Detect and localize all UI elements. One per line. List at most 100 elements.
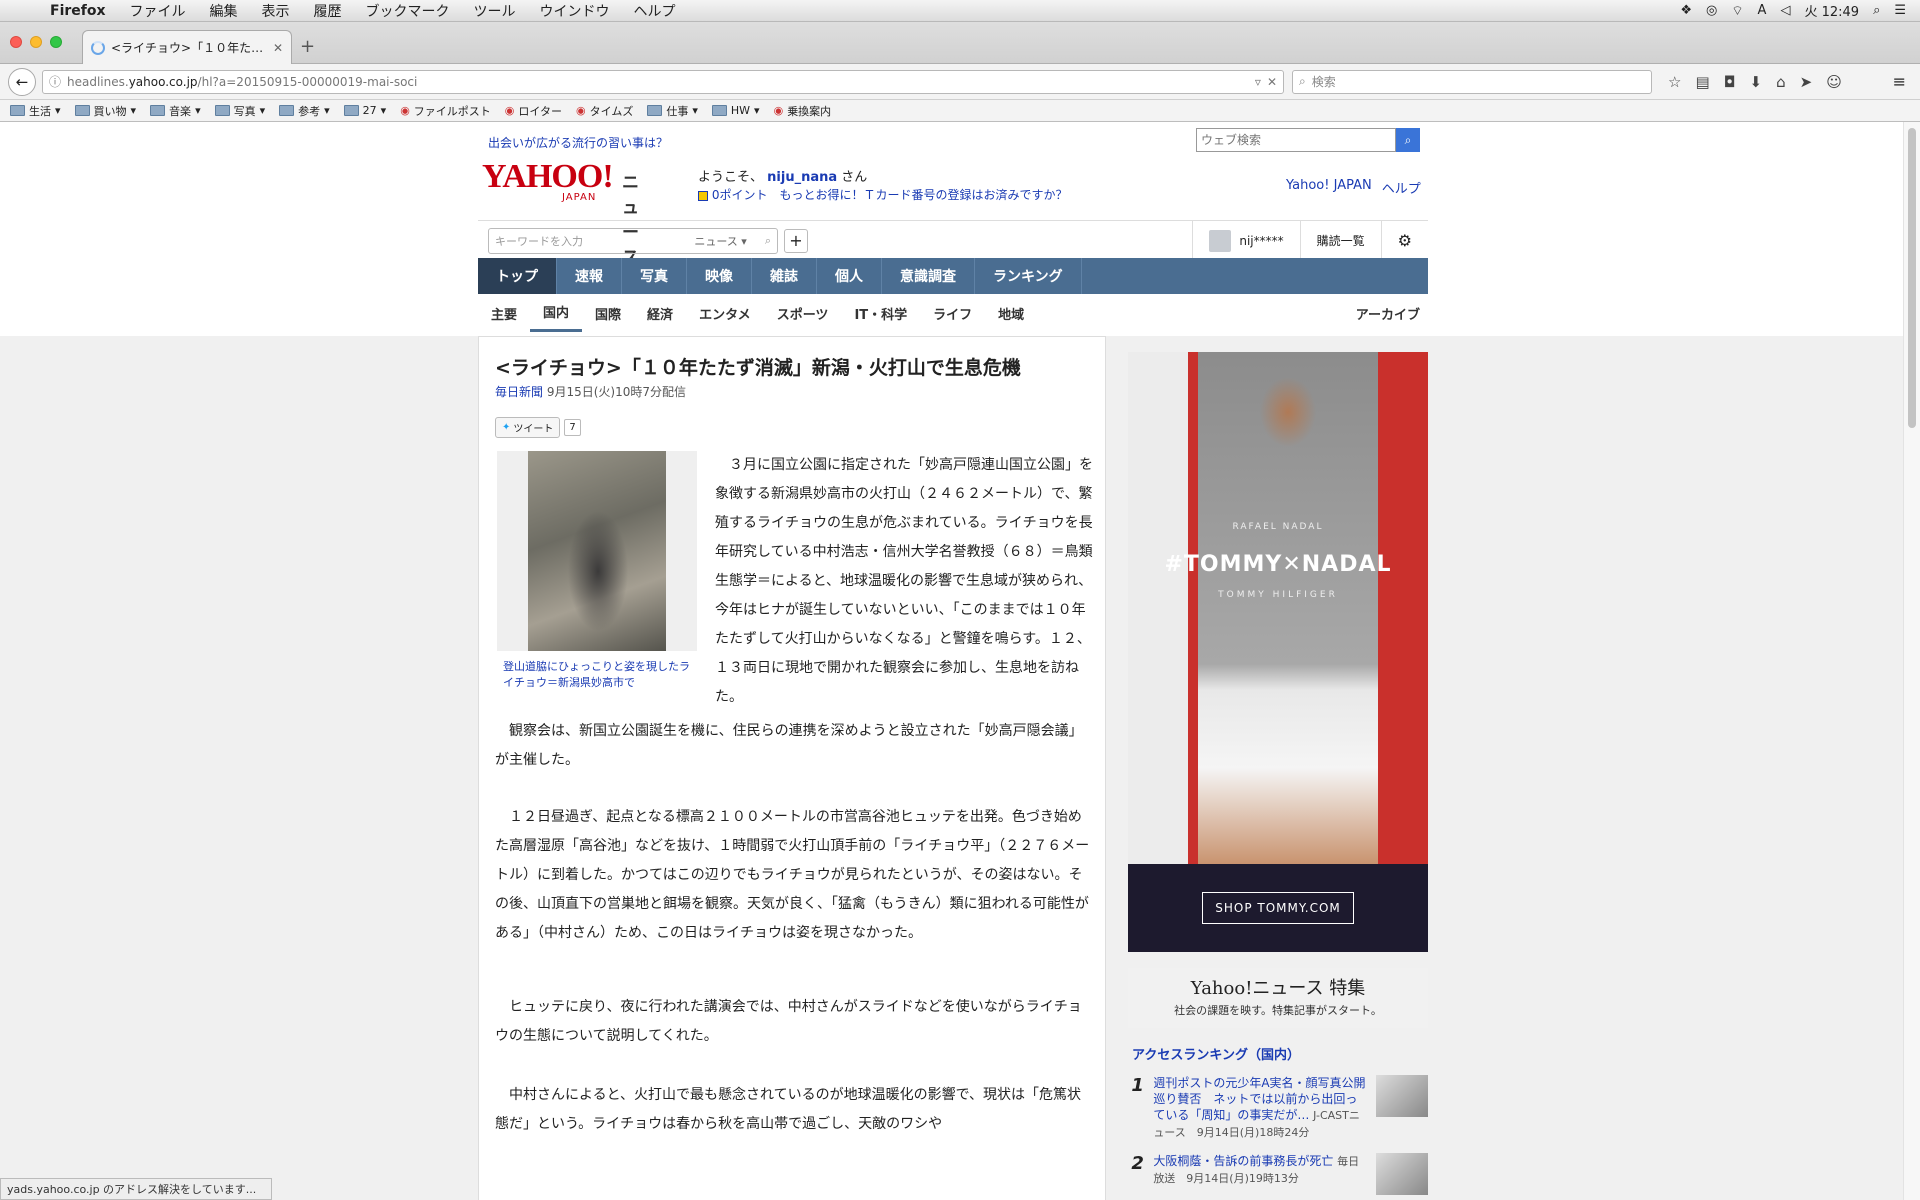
page-scrollbar[interactable] (1903, 122, 1920, 1200)
advertisement[interactable]: RAFAEL NADAL #TOMMY✕NADAL TOMMY HILFIGER… (1128, 352, 1428, 952)
wifi-status-icon[interactable]: ⌔ (1731, 3, 1743, 19)
rank-thumbnail[interactable] (1375, 1075, 1428, 1117)
main-nav-item[interactable]: 個人 (817, 258, 882, 294)
bookmark-item[interactable]: 写真 ▾ (214, 103, 265, 119)
user-menu[interactable]: nij***** (1192, 220, 1299, 261)
special-feature-banner[interactable]: Yahoo!ニュース 特集 社会の課題を映す。特集記事がスタート。 (1128, 968, 1428, 1028)
ad-shop-button[interactable]: SHOP TOMMY.COM (1202, 892, 1354, 924)
clock[interactable]: 火 12:49 (1804, 1, 1859, 20)
home-icon[interactable]: ⌂ (1776, 73, 1786, 91)
article-photo[interactable] (497, 451, 697, 651)
search-category-select[interactable]: ニュース ▾ (694, 233, 746, 249)
tweet-button[interactable]: ✦ ツイート (495, 417, 561, 438)
input-method-icon[interactable]: A (1758, 3, 1767, 18)
menu-item-8[interactable]: ヘルプ (622, 1, 688, 21)
bookmark-item[interactable]: 仕事 ▾ (647, 103, 698, 119)
ranking-item[interactable]: 1 週刊ポストの元少年A実名・顔写真公開巡り賛否 ネットでは以前から出回っている「… (1128, 1075, 1428, 1141)
scrollbar-thumb[interactable] (1908, 128, 1916, 428)
bookmark-item[interactable]: ◉ ファイルポスト (400, 103, 491, 119)
main-nav-item[interactable]: ランキング (975, 258, 1082, 294)
settings-gear-icon[interactable]: ⚙ (1380, 220, 1428, 261)
menu-item-2[interactable]: 編集 (198, 1, 250, 21)
archive-link[interactable]: アーカイブ (1343, 294, 1428, 332)
bookmark-item[interactable]: 音楽 ▾ (150, 103, 201, 119)
minimize-window-button[interactable] (30, 36, 42, 48)
sub-nav-item[interactable]: 主要 (478, 294, 530, 332)
url-text[interactable]: headlines.yahoo.co.jp/hl?a=20150915-0000… (67, 75, 1249, 89)
browser-search-box[interactable]: ⌕ 検索 (1292, 69, 1652, 94)
keyword-search-input[interactable]: キーワードを入力 ニュース ▾ ⌕ (488, 227, 778, 254)
bookmark-item[interactable]: HW ▾ (711, 104, 760, 117)
ranking-item[interactable]: 2 大阪桐蔭・告訴の前事務長が死亡 毎日放送 9月14日(月)19時13分 (1128, 1153, 1428, 1195)
username-link[interactable]: niju_nana (767, 170, 837, 185)
sub-nav-item[interactable]: 地域 (985, 294, 1037, 332)
tcard-link[interactable]: 0ポイント もっとお得に！Ｔカード番号の登録はお済みですか？ (698, 186, 1067, 203)
send-icon[interactable]: ➤ (1800, 73, 1813, 91)
zoom-window-button[interactable] (50, 36, 62, 48)
sub-nav-item[interactable]: IT・科学 (841, 294, 920, 332)
browser-tab[interactable]: <ライチョウ>「１０年た… ✕ (82, 30, 292, 64)
sub-nav-item[interactable]: エンタメ (686, 294, 764, 332)
yahoo-news-logo[interactable]: YAHOO! JAPAN ニュース (482, 160, 639, 269)
dropdown-arrow-icon[interactable]: ▿ (1255, 75, 1261, 89)
main-nav-item[interactable]: 映像 (687, 258, 752, 294)
dropbox-icon[interactable]: ❖ (1680, 3, 1692, 18)
main-nav-item[interactable]: 雑誌 (752, 258, 817, 294)
help-link[interactable]: ヘルプ (1382, 178, 1421, 197)
web-search-input[interactable] (1196, 128, 1396, 152)
stop-loading-icon[interactable]: ✕ (1267, 75, 1277, 89)
subscriptions-link[interactable]: 購読一覧 (1299, 220, 1381, 261)
sub-nav-item[interactable]: 国際 (582, 294, 634, 332)
reading-list-icon[interactable]: ▤ (1695, 73, 1709, 91)
ranking-heading[interactable]: アクセスランキング（国内） (1128, 1044, 1428, 1063)
menu-item-1[interactable]: ファイル (118, 1, 198, 21)
hamburger-menu-icon[interactable]: ≡ (1893, 72, 1906, 91)
yahoo-japan-link[interactable]: Yahoo! JAPAN (1286, 178, 1372, 197)
main-nav-item[interactable]: 速報 (557, 258, 622, 294)
menu-item-7[interactable]: ウインドウ (528, 1, 622, 21)
rank-body[interactable]: 大阪桐蔭・告訴の前事務長が死亡 毎日放送 9月14日(月)19時13分 (1153, 1153, 1366, 1195)
sub-nav-item[interactable]: 国内 (530, 294, 583, 332)
close-window-button[interactable] (10, 36, 22, 48)
bookmark-item[interactable]: 生活 ▾ (10, 103, 61, 119)
bookmark-item[interactable]: ◉ ロイター (505, 103, 562, 119)
menu-item-3[interactable]: 表示 (250, 1, 302, 21)
sub-nav-item[interactable]: スポーツ (764, 294, 842, 332)
url-bar[interactable]: ⓘ headlines.yahoo.co.jp/hl?a=20150915-00… (42, 69, 1284, 94)
rank-body[interactable]: 週刊ポストの元少年A実名・顔写真公開巡り賛否 ネットでは以前から出回っている「周… (1153, 1075, 1366, 1141)
sub-nav-item[interactable]: ライフ (920, 294, 985, 332)
bookmark-item[interactable]: 買い物 ▾ (74, 103, 136, 119)
new-tab-icon[interactable]: + (300, 36, 315, 57)
add-button[interactable]: + (784, 228, 808, 253)
main-nav-item[interactable]: 写真 (622, 258, 687, 294)
menu-item-5[interactable]: ブックマーク (354, 1, 462, 21)
chat-icon[interactable]: ☺ (1826, 73, 1842, 91)
bookmark-star-icon[interactable]: ☆ (1668, 73, 1681, 91)
site-info-icon[interactable]: ⓘ (49, 73, 61, 90)
bookmark-item[interactable]: ◉ タイムズ (576, 103, 633, 119)
bookmark-item[interactable]: 27 ▾ (343, 104, 386, 117)
article-source-link[interactable]: 毎日新聞 (495, 385, 543, 399)
menu-item-4[interactable]: 履歴 (302, 1, 354, 21)
menu-item-6[interactable]: ツール (462, 1, 528, 21)
rank-title[interactable]: 大阪桐蔭・告訴の前事務長が死亡 (1153, 1154, 1333, 1168)
notification-center-icon[interactable]: ☰ (1894, 3, 1906, 18)
sub-nav-item[interactable]: 経済 (634, 294, 686, 332)
photo-caption-link[interactable]: 登山道脇にひょっこりと姿を現したライチョウ＝新潟県妙高市で (503, 659, 691, 691)
bookmark-item[interactable]: 参考 ▾ (279, 103, 330, 119)
volume-icon[interactable]: ◁ (1780, 3, 1790, 18)
web-search-button[interactable]: ⌕ (1396, 128, 1420, 152)
back-button[interactable]: ← (8, 67, 36, 96)
spotlight-icon[interactable]: ⌕ (1873, 3, 1880, 18)
search-icon[interactable]: ⌕ (765, 234, 771, 248)
main-nav-item[interactable]: トップ (478, 258, 557, 294)
promo-link[interactable]: 出会いが広がる流行の習い事は？ (488, 134, 668, 151)
sync-icon[interactable]: ◎ (1706, 3, 1717, 18)
rank-thumbnail[interactable] (1375, 1153, 1428, 1195)
menu-item-0[interactable]: Firefox (38, 3, 118, 19)
pocket-icon[interactable]: ◘ (1724, 73, 1736, 91)
main-nav-item[interactable]: 意識調査 (882, 258, 975, 294)
download-icon[interactable]: ⬇ (1750, 73, 1763, 91)
bookmark-item[interactable]: ◉ 乗換案内 (774, 103, 832, 119)
close-tab-icon[interactable]: ✕ (273, 41, 283, 55)
